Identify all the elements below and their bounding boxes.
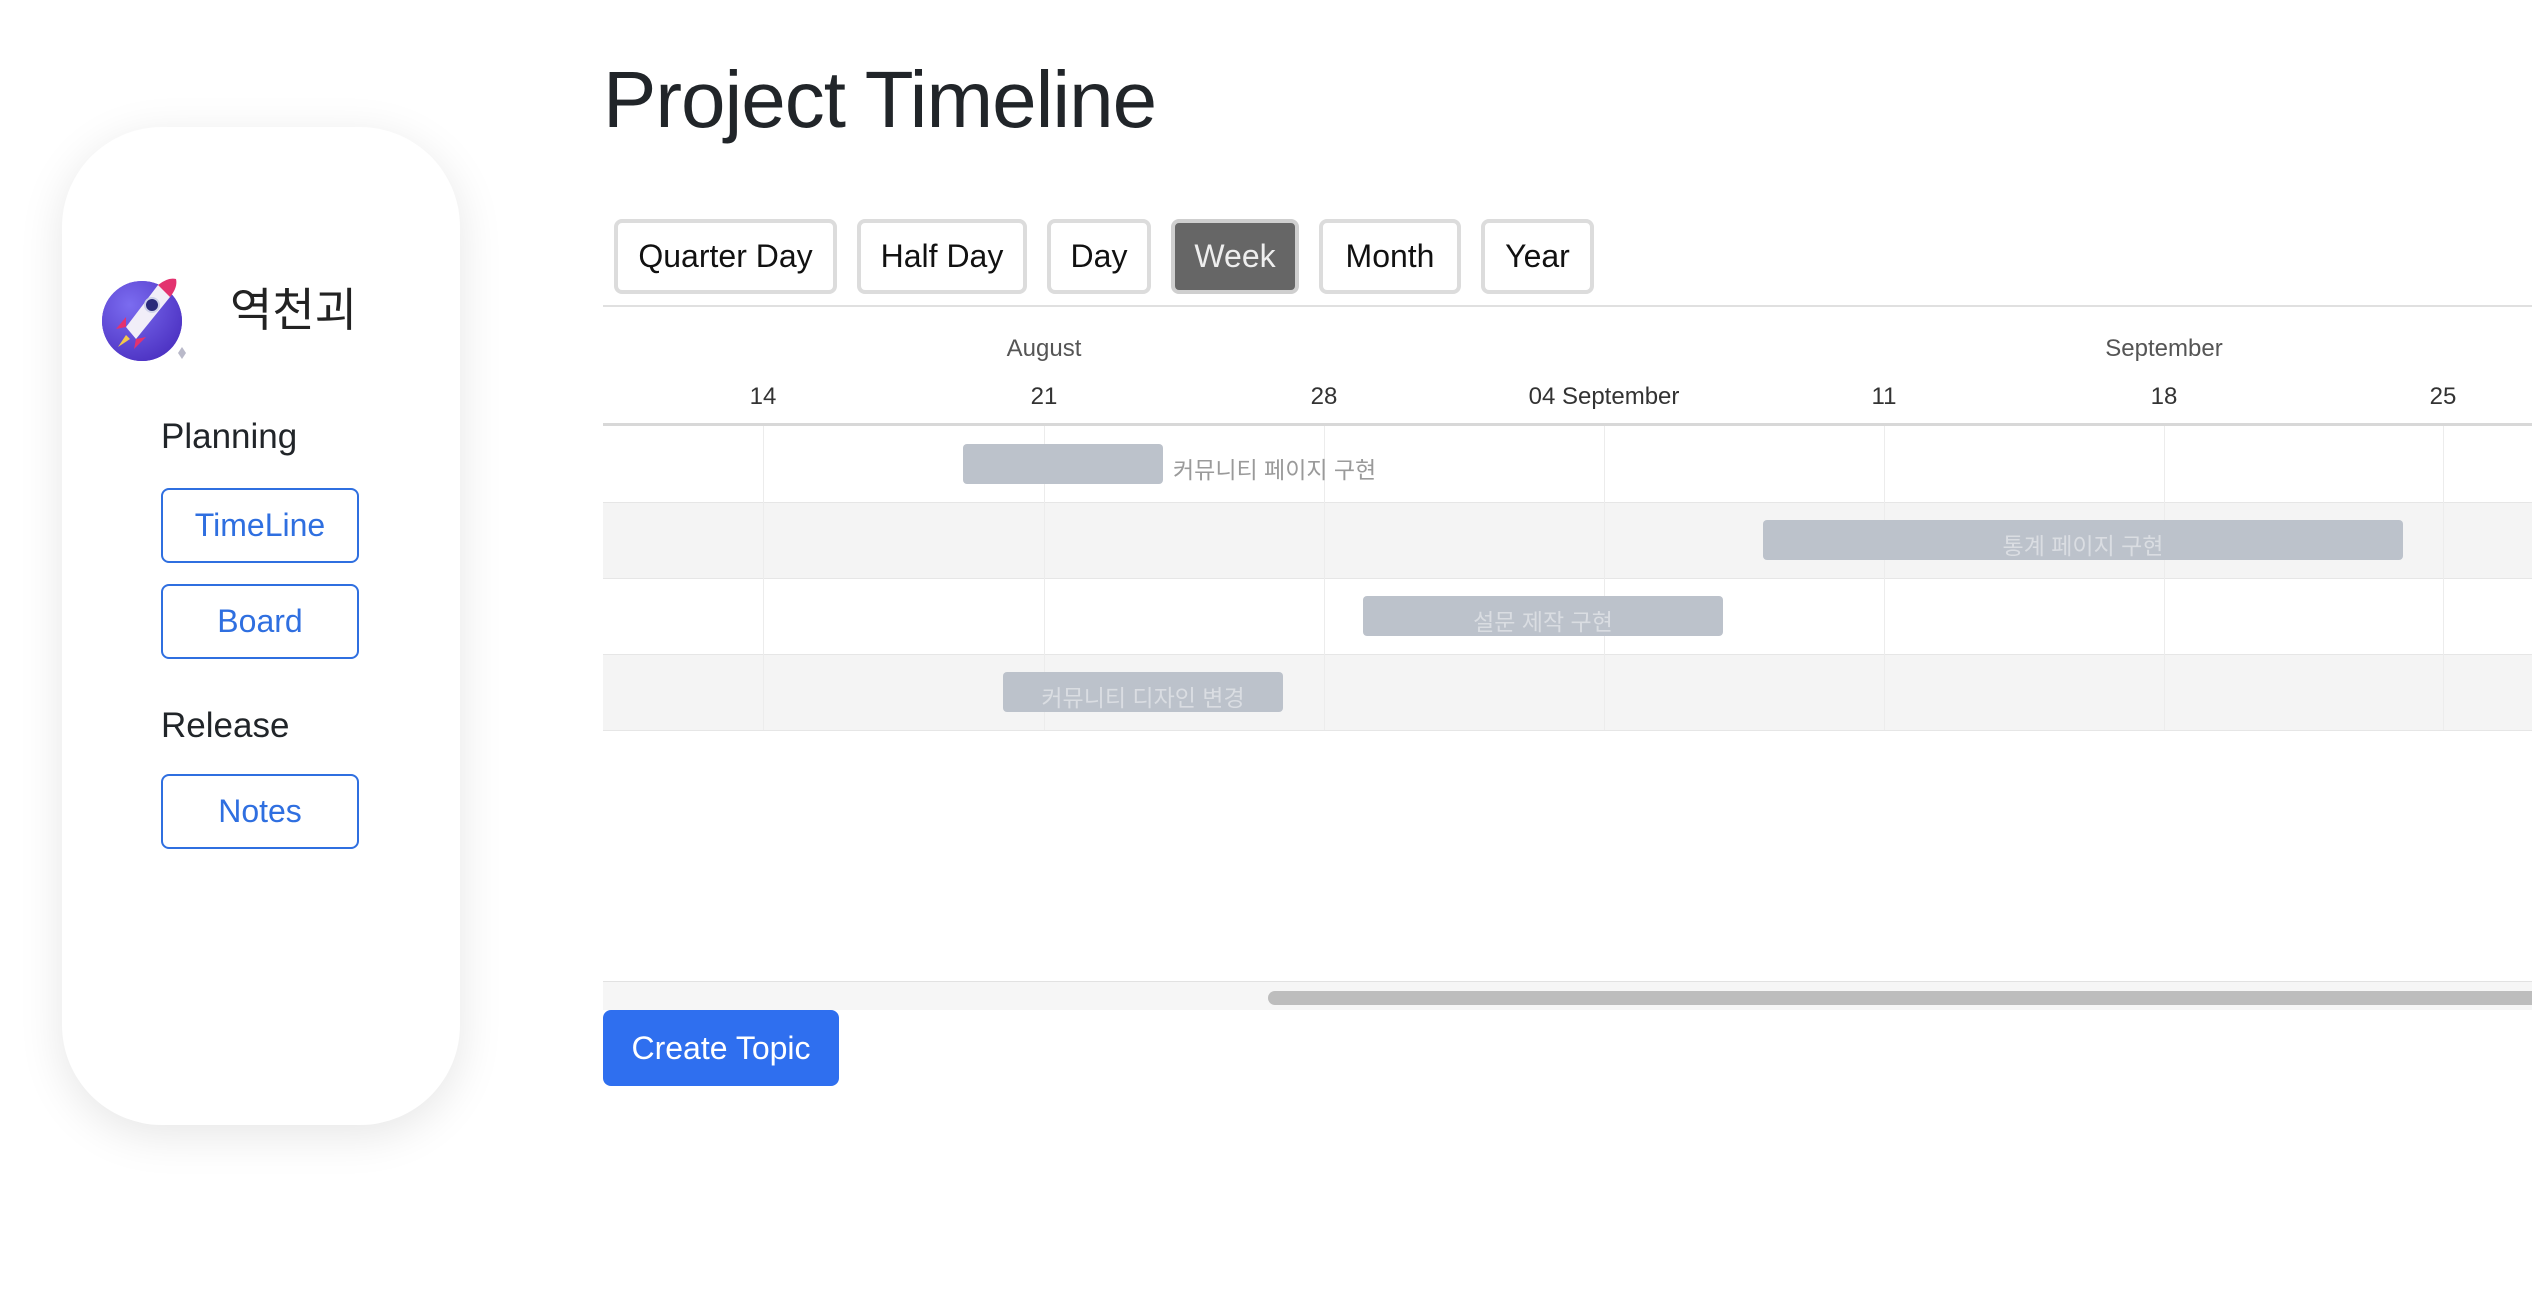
grid-line [1604, 426, 1605, 730]
brand-name: 역천괴 [230, 284, 357, 336]
week-label: 25 [2429, 383, 2457, 410]
view-half-day-button[interactable]: Half Day [857, 219, 1027, 294]
notes-nav-button[interactable]: Notes [161, 774, 359, 849]
timeline-nav-button[interactable]: TimeLine [161, 488, 359, 563]
rocket-icon [102, 278, 186, 361]
release-section-title: Release [161, 706, 290, 745]
gantt-row [603, 426, 2532, 502]
board-nav-button[interactable]: Board [161, 584, 359, 659]
week-label: 18 [2150, 383, 2178, 410]
grid-line [1884, 426, 1885, 730]
gantt-row [603, 654, 2532, 730]
row-divider [603, 654, 2532, 655]
row-divider [603, 502, 2532, 503]
view-quarter-day-button[interactable]: Quarter Day [614, 219, 837, 294]
month-label-august: August [1006, 335, 1082, 362]
row-divider [603, 578, 2532, 579]
page-title: Project Timeline [603, 55, 1157, 144]
row-divider [603, 730, 2532, 731]
week-label: 28 [1310, 383, 1338, 410]
week-label: 11 [1871, 383, 1897, 410]
week-label: 04 September [1528, 383, 1680, 410]
view-day-button[interactable]: Day [1047, 219, 1151, 294]
task-bar[interactable] [963, 444, 1163, 484]
grid-line [2164, 426, 2165, 730]
month-label-september: September [2105, 335, 2223, 362]
task-label: 통계 페이지 구현 [2002, 533, 2164, 559]
grid-line [2443, 426, 2444, 730]
week-label: 14 [749, 383, 777, 410]
view-year-button[interactable]: Year [1481, 219, 1594, 294]
gantt-top-border [603, 305, 2532, 307]
week-label: 21 [1030, 383, 1058, 410]
view-week-button[interactable]: Week [1171, 219, 1299, 294]
task-label: 설문 제작 구현 [1473, 609, 1613, 635]
create-topic-button[interactable]: Create Topic [603, 1010, 839, 1086]
gantt-chart: August September 14 21 28 04 September 1… [603, 305, 2532, 1010]
grid-line [763, 426, 764, 730]
view-month-button[interactable]: Month [1319, 219, 1461, 294]
sidebar: 역천괴 Planning TimeLine Board Release Note… [62, 127, 460, 1125]
planning-section-title: Planning [161, 417, 298, 456]
task-label: 커뮤니티 디자인 변경 [1041, 685, 1245, 711]
scrollbar-thumb[interactable] [1268, 991, 2532, 1005]
task-label: 커뮤니티 페이지 구현 [1173, 457, 1377, 483]
